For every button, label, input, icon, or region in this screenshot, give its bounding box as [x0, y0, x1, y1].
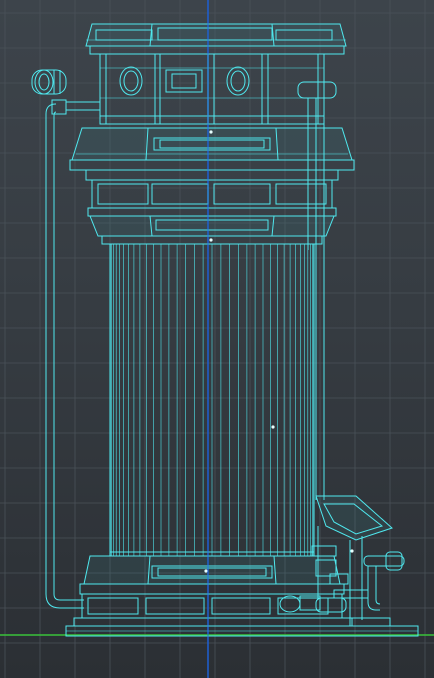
balcony-band[interactable] — [69, 127, 355, 217]
fluted-column[interactable] — [109, 243, 315, 557]
vertex-marker[interactable] — [204, 569, 208, 573]
base-plinth[interactable] — [65, 555, 419, 637]
column-flutes — [110, 244, 314, 556]
viewport-3d[interactable] — [0, 0, 434, 678]
vertex-marker[interactable] — [271, 425, 275, 429]
wireframe-model[interactable] — [0, 0, 434, 678]
vertex-marker[interactable] — [350, 549, 354, 553]
vertex-marker[interactable] — [209, 130, 213, 134]
upper-drum[interactable] — [99, 53, 325, 125]
top-crown[interactable] — [85, 23, 347, 55]
vertex-marker[interactable] — [209, 238, 213, 242]
